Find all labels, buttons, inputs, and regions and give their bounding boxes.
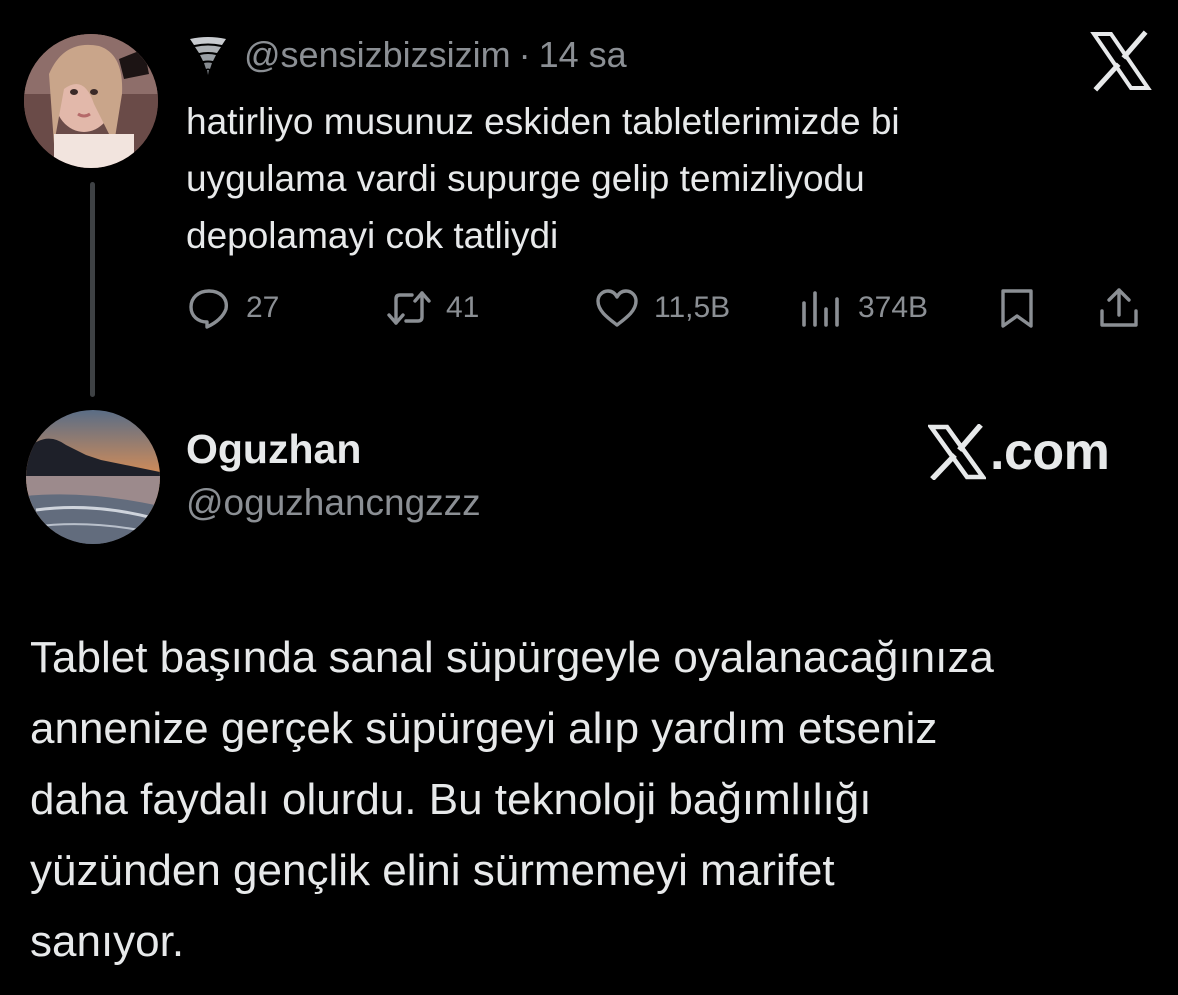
reply-text-line: Tablet başında sanal süpürgeyle oyalanac… (30, 633, 994, 682)
heart-icon (596, 289, 638, 327)
quoted-text-line: depolamayi cok tatliydi (186, 215, 559, 256)
repost-action[interactable]: 41 (386, 283, 479, 333)
views-chart-icon (802, 291, 839, 327)
quoted-handle[interactable]: @sensizbizsizim (244, 34, 511, 76)
x-com-brand: .com (928, 422, 1110, 482)
separator-dot: · (518, 34, 531, 75)
quoted-tweet-text: hatirliyo musunuz eskiden tabletlerimizd… (186, 93, 1116, 264)
quoted-timestamp[interactable]: 14 sa (539, 34, 627, 76)
quoted-tweet-header: @sensizbizsizim · 14 sa (186, 30, 627, 80)
reply-tweet-text: Tablet başında sanal süpürgeyle oyalanac… (30, 622, 1160, 977)
reply-action[interactable]: 27 (186, 283, 279, 333)
reply-avatar[interactable] (26, 410, 160, 544)
like-count: 11,5B (654, 291, 731, 324)
thread-connector-line (90, 182, 95, 397)
views-action[interactable]: 374B (798, 283, 928, 333)
views-count: 374B (858, 291, 929, 324)
reply-count: 27 (246, 291, 280, 324)
repost-count: 41 (446, 291, 480, 324)
repost-icon (387, 291, 431, 325)
bookmark-icon (1001, 289, 1033, 328)
reply-text-line: yüzünden gençlik elini sürmemeyi marifet (30, 846, 835, 895)
brand-domain: .com (990, 423, 1110, 481)
quoted-text-line: uygulama vardi supurge gelip temizliyodu (186, 158, 865, 199)
x-logo-icon (928, 424, 986, 480)
quoted-avatar[interactable] (24, 34, 158, 168)
reply-text-line: daha faydalı olurdu. Bu teknoloji bağıml… (30, 775, 872, 824)
reply-text-line: annenize gerçek süpürgeyi alıp yardım et… (30, 704, 938, 753)
share-action[interactable] (1096, 283, 1156, 333)
quoted-tweet-actions: 27 41 11,5B 374B (186, 283, 1146, 333)
like-action[interactable]: 11,5B (594, 283, 730, 333)
quoted-text-line: hatirliyo musunuz eskiden tabletlerimizd… (186, 101, 900, 142)
bookmark-action[interactable] (994, 283, 1054, 333)
share-icon (1100, 288, 1138, 327)
reply-author-name[interactable]: Oguzhan (186, 426, 361, 473)
tornado-icon (190, 37, 226, 75)
x-logo-icon[interactable] (1090, 30, 1152, 92)
reply-icon (189, 289, 228, 329)
reply-author-handle[interactable]: @oguzhancngzzz (186, 482, 481, 524)
reply-text-line: sanıyor. (30, 917, 185, 966)
